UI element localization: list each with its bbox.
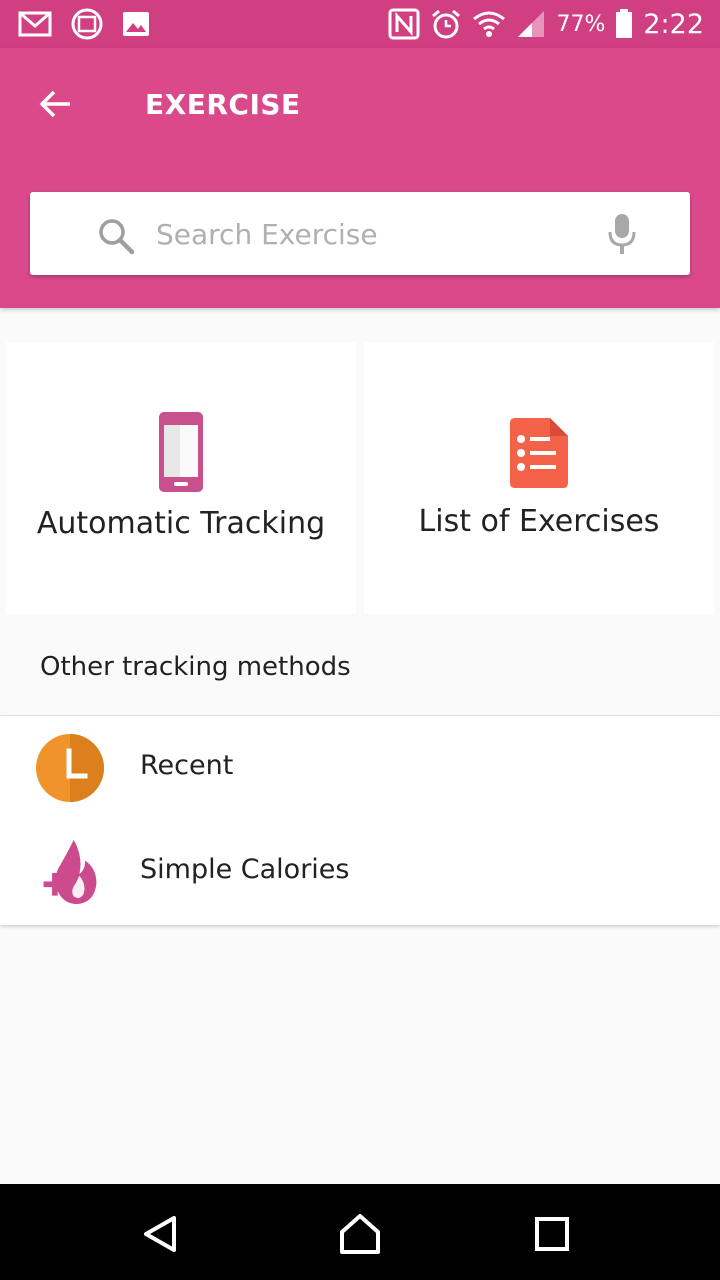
battery-icon (615, 9, 633, 39)
nav-home-button[interactable] (338, 1212, 382, 1256)
search-icon (99, 219, 135, 255)
recent-label: Recent (140, 750, 234, 781)
list-of-exercises-label: List of Exercises (418, 504, 660, 539)
section-title: Other tracking methods (40, 652, 351, 682)
notification-icons (18, 8, 150, 40)
navigation-bar (0, 1184, 720, 1280)
tracking-methods-list: Recent Simple Calories (0, 715, 720, 925)
list-of-exercises-card[interactable]: List of Exercises (364, 342, 714, 614)
app-notification-icon (70, 8, 104, 40)
nfc-icon (388, 8, 420, 40)
search-input[interactable] (156, 208, 576, 260)
alarm-icon (430, 8, 462, 40)
page-title: EXERCISE (145, 88, 301, 121)
home-icon (340, 1214, 380, 1254)
nav-back-button[interactable] (138, 1212, 182, 1256)
wifi-icon (472, 10, 506, 38)
clock-time: 2:22 (643, 8, 704, 40)
automatic-tracking-card[interactable]: Automatic Tracking (6, 342, 356, 614)
battery-percent: 77% (556, 11, 606, 37)
clock-icon (36, 734, 104, 802)
signal-icon (516, 9, 546, 39)
nav-recents-button[interactable] (530, 1212, 574, 1256)
simple-calories-label: Simple Calories (140, 854, 350, 885)
status-bar: 77% 2:22 (0, 0, 720, 48)
image-icon (122, 11, 150, 37)
triangle-back-icon (144, 1216, 176, 1252)
arrow-back-icon (39, 90, 70, 118)
automatic-tracking-label: Automatic Tracking (36, 506, 326, 541)
list-item-simple-calories[interactable]: Simple Calories (0, 820, 720, 924)
square-recents-icon (535, 1217, 569, 1251)
list-item-recent[interactable]: Recent (0, 716, 720, 820)
search-bar[interactable] (30, 192, 690, 275)
phone-icon (159, 412, 203, 492)
microphone-icon[interactable] (606, 212, 638, 256)
document-list-icon (510, 418, 568, 488)
app-bar: EXERCISE (0, 48, 720, 308)
flame-plus-icon (43, 839, 97, 905)
back-button[interactable] (36, 84, 76, 124)
system-status: 77% 2:22 (388, 6, 704, 42)
gmail-icon (18, 10, 52, 38)
